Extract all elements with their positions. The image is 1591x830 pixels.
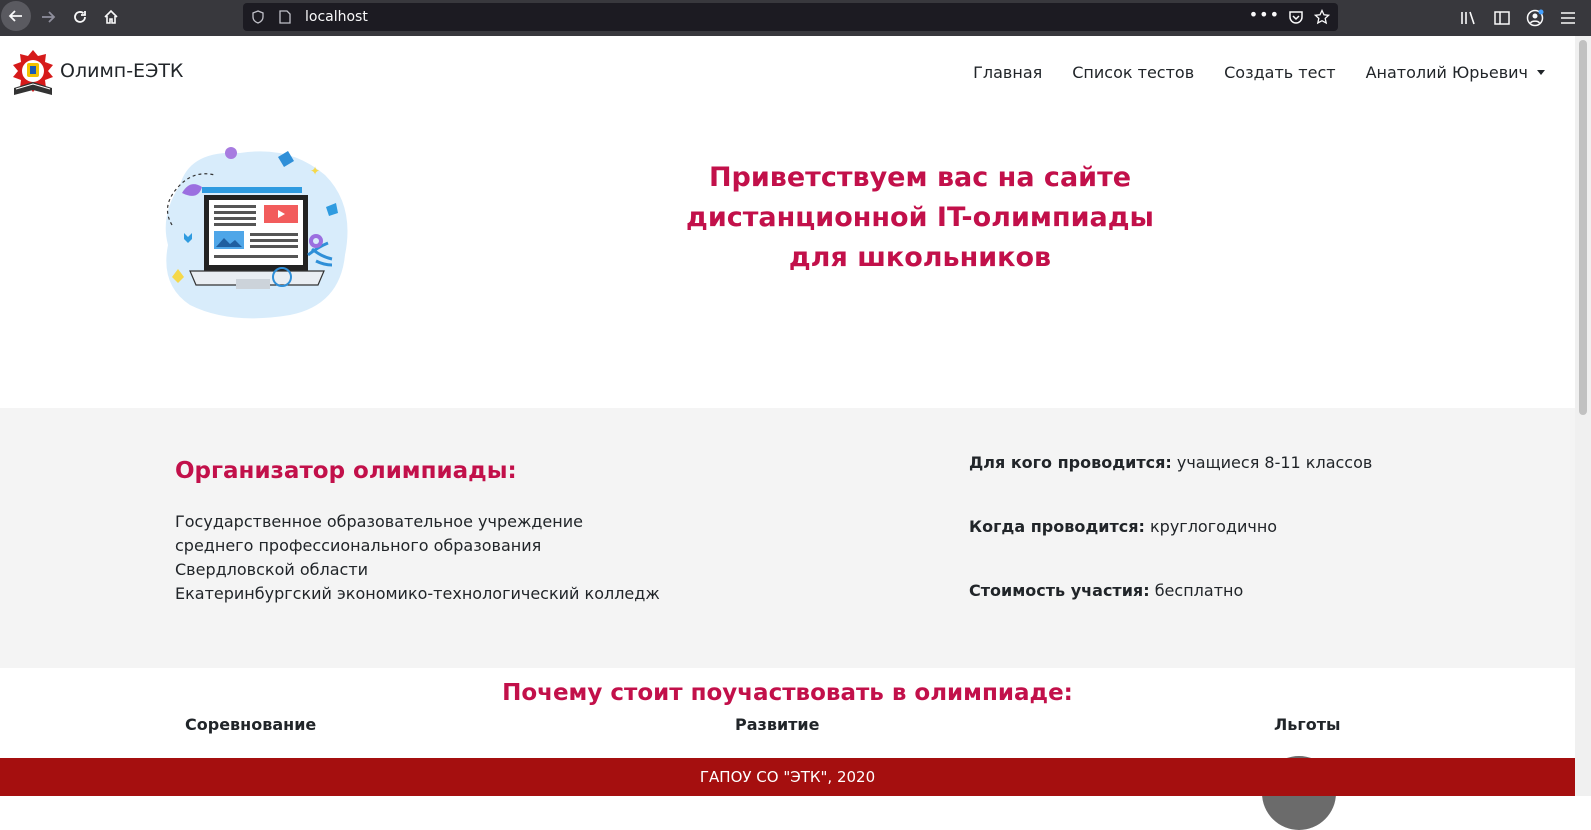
fact-value: круглогодично xyxy=(1150,517,1278,536)
forward-button[interactable] xyxy=(34,3,62,31)
back-icon xyxy=(8,10,22,22)
account-button[interactable] xyxy=(1526,4,1544,32)
back-button[interactable] xyxy=(1,1,31,31)
fact-label: Когда проводится: xyxy=(969,517,1145,536)
page-icon xyxy=(279,10,291,24)
fact-schedule: Когда проводится: круглогодично xyxy=(969,517,1372,581)
fact-audience: Для кого проводится: учащиеся 8-11 класс… xyxy=(969,453,1372,517)
hero-title: Приветствуем вас на сайте дистанционной … xyxy=(600,158,1240,278)
account-icon xyxy=(1526,9,1544,27)
library-icon xyxy=(1461,11,1475,25)
organizer-line: Государственное образовательное учрежден… xyxy=(175,512,583,531)
why-column-benefits: Льготы xyxy=(1274,715,1341,734)
chevron-down-icon xyxy=(1537,70,1545,75)
app-menu-button[interactable] xyxy=(1560,4,1576,32)
more-icon[interactable]: ••• xyxy=(1249,5,1280,24)
shield-icon xyxy=(252,10,264,24)
star-icon[interactable] xyxy=(1314,9,1330,25)
reload-button[interactable] xyxy=(66,3,94,31)
user-name: Анатолий Юрьевич xyxy=(1365,63,1528,82)
sidebar-icon xyxy=(1494,11,1510,25)
why-column-development: Развитие xyxy=(735,715,820,734)
why-column-competition: Соревнование xyxy=(185,715,317,734)
organizer-line: Свердловской области xyxy=(175,560,369,579)
fact-label: Для кого проводится: xyxy=(969,453,1172,472)
url-bar[interactable]: localhost ••• xyxy=(243,3,1338,31)
url-text: localhost xyxy=(305,9,368,25)
svg-text:✦: ✦ xyxy=(310,164,320,178)
organizer-line: Екатеринбургский экономико-технологическ… xyxy=(175,584,660,603)
home-icon xyxy=(104,9,118,24)
home-button[interactable] xyxy=(97,3,125,31)
hero-title-line: дистанционной IT-олимпиады xyxy=(686,202,1154,233)
olympiad-facts: Для кого проводится: учащиеся 8-11 класс… xyxy=(969,453,1372,645)
laptop-illustration: ✦ xyxy=(165,147,348,319)
nav-link-tests-list[interactable]: Список тестов xyxy=(1072,63,1194,82)
forward-icon xyxy=(42,11,56,23)
fact-label: Стоимость участия: xyxy=(969,581,1150,600)
brand-name[interactable]: Олимп-ЕЭТК xyxy=(60,60,183,82)
reload-icon xyxy=(74,11,86,23)
organizer-description: Государственное образовательное учрежден… xyxy=(175,510,660,606)
organizer-title: Организатор олимпиады: xyxy=(175,458,517,484)
fact-value: бесплатно xyxy=(1154,581,1244,600)
library-button[interactable] xyxy=(1460,4,1478,32)
site-footer: ГАПОУ СО "ЭТК", 2020 xyxy=(0,758,1575,796)
nav-menu: Главная Список тестов Создать тест Анато… xyxy=(943,63,1545,82)
browser-toolbar: localhost ••• xyxy=(0,0,1591,36)
scrollbar-thumb[interactable] xyxy=(1579,40,1587,415)
nav-link-home[interactable]: Главная xyxy=(973,63,1042,82)
fact-cost: Стоимость участия: бесплатно xyxy=(969,581,1372,645)
why-title: Почему стоит поучаствовать в олимпиаде: xyxy=(502,680,1073,706)
menu-icon xyxy=(1561,12,1575,24)
college-emblem-logo[interactable] xyxy=(10,48,56,98)
pocket-icon[interactable] xyxy=(1288,10,1304,25)
user-dropdown[interactable]: Анатолий Юрьевич xyxy=(1366,63,1545,82)
sidebar-button[interactable] xyxy=(1494,4,1510,32)
hero-title-line: Приветствуем вас на сайте xyxy=(708,162,1132,193)
fact-value: учащиеся 8-11 классов xyxy=(1176,453,1373,472)
hero-title-line: для школьников xyxy=(788,242,1052,273)
organizer-line: среднего профессионального образования xyxy=(175,536,542,555)
site-navbar: Олимп-ЕЭТК Главная Список тестов Создать… xyxy=(0,36,1575,116)
olympiad-info-section: Организатор олимпиады: Государственное о… xyxy=(0,408,1575,668)
page-scrollbar[interactable] xyxy=(1575,36,1591,796)
footer-text: ГАПОУ СО "ЭТК", 2020 xyxy=(699,768,876,786)
nav-link-create-test[interactable]: Создать тест xyxy=(1224,63,1335,82)
